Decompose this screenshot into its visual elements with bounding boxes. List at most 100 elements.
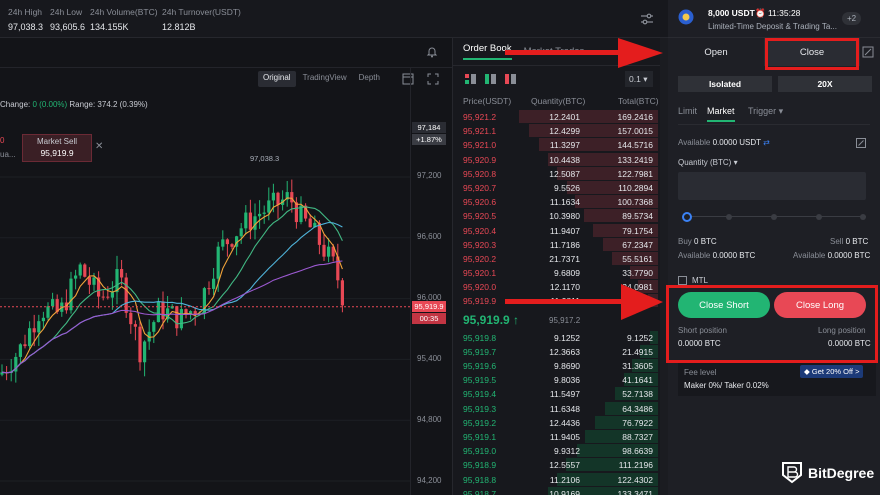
chart-high-label: 97,038.3 — [250, 154, 280, 163]
promo-timer: ⏰ 11:35:28 — [755, 8, 801, 18]
view-tab-original[interactable]: Original — [258, 71, 296, 87]
ask-row[interactable]: 95,921.1 12.4299 157.0015 — [453, 124, 662, 138]
candle-body — [248, 212, 252, 230]
bid-row[interactable]: 95,918.7 10.9169 133.3471 — [453, 486, 662, 495]
ask-row[interactable]: 95,920.3 11.7186 67.2347 — [453, 237, 662, 252]
mtl-checkbox[interactable] — [678, 276, 687, 285]
bid-row[interactable]: 95,919.0 9.9312 98.6639 — [453, 444, 662, 458]
precision-select[interactable]: 0.1 ▾ — [625, 71, 653, 87]
scrollbar[interactable] — [660, 38, 668, 495]
total-cell: 9.1252 — [627, 332, 653, 343]
total-cell: 98.6639 — [622, 446, 653, 457]
tab-trigger[interactable]: Trigger ▾ — [748, 106, 783, 117]
fee-discount-badge[interactable]: ◆ Get 20% Off > — [800, 365, 864, 378]
candle-body — [92, 277, 96, 285]
calculator-icon[interactable] — [862, 46, 874, 58]
bid-row[interactable]: 95,919.7 12.3663 21.4915 — [453, 344, 662, 359]
view-tab-depth[interactable]: Depth — [354, 71, 385, 87]
bid-row[interactable]: 95,919.1 11.9405 88.7327 — [453, 429, 662, 444]
promo-banner[interactable]: 8,000 USDT ⏰ 11:35:28 Limited-Time Depos… — [668, 0, 880, 38]
margin-mode-button[interactable]: Isolated — [678, 76, 772, 92]
quantity-slider[interactable] — [682, 212, 866, 222]
layout-both-icon[interactable] — [465, 74, 476, 84]
price-cell: 95,919.2 — [463, 417, 497, 428]
tab-open[interactable]: Open — [668, 38, 764, 66]
candlestick-chart[interactable] — [0, 68, 410, 495]
ask-row[interactable]: 95,920.1 9.6809 33.7790 — [453, 266, 662, 280]
slider-step[interactable] — [816, 214, 822, 220]
settings-sliders-icon[interactable] — [640, 12, 654, 26]
quantity-label[interactable]: Quantity (BTC) ▾ — [678, 158, 738, 167]
fee-badge-label: Get 20% Off > — [811, 367, 860, 376]
candle-body — [138, 326, 142, 363]
candle-body — [294, 202, 298, 223]
candle-body — [46, 306, 50, 318]
total-cell: 88.7327 — [622, 431, 653, 442]
available-label: Available — [678, 138, 711, 147]
tab-market[interactable]: Market — [707, 106, 735, 122]
quantity-input[interactable] — [678, 172, 866, 200]
price-cell: 95,920.3 — [463, 239, 497, 250]
ask-row[interactable]: 95,921.2 12.2401 169.2416 — [453, 110, 662, 124]
total-cell: 157.0015 — [617, 126, 653, 137]
total-cell: 110.2894 — [618, 182, 653, 193]
slider-handle[interactable] — [682, 212, 692, 222]
edit-icon[interactable] — [856, 138, 866, 148]
ask-row[interactable]: 95,920.5 10.3980 89.5734 — [453, 209, 662, 223]
bid-row[interactable]: 95,919.4 11.5497 52.7138 — [453, 387, 662, 401]
quantity-cell: 11.6348 — [549, 403, 580, 414]
quantity-cell: 11.7186 — [549, 239, 580, 250]
trade-panel: 8,000 USDT ⏰ 11:35:28 Limited-Time Depos… — [668, 0, 880, 495]
quantity-cell: 9.6809 — [554, 268, 580, 279]
quantity-cell: 11.2106 — [549, 474, 580, 485]
buy-label: Buy — [678, 237, 692, 246]
margin-row: Isolated 20X — [678, 76, 872, 94]
bid-row[interactable]: 95,919.6 9.8690 31.3605 — [453, 359, 662, 373]
candle-body — [32, 328, 36, 333]
ask-row[interactable]: 95,920.6 11.1634 100.7368 — [453, 195, 662, 209]
order-type-tabs: Limit Market Trigger ▾ — [678, 106, 868, 124]
bid-row[interactable]: 95,919.2 12.4436 76.7922 — [453, 415, 662, 430]
total-cell: 41.1641 — [622, 375, 653, 386]
ask-row[interactable]: 95,920.9 10.4438 133.2419 — [453, 152, 662, 167]
candle-body — [23, 344, 27, 347]
layout-bids-icon[interactable] — [485, 74, 496, 84]
axis-label: 94,800 — [417, 415, 442, 424]
candle-body — [308, 218, 312, 228]
market-sell-title: Market Sell — [36, 137, 77, 146]
layout-asks-icon[interactable] — [505, 74, 516, 84]
total-cell: 122.7981 — [617, 168, 653, 179]
ask-row[interactable]: 95,920.8 12.5087 122.7981 — [453, 166, 662, 181]
candle-body — [37, 321, 41, 333]
chart-pane[interactable]: Original TradingView Depth Change: 0 (0.… — [0, 38, 452, 495]
bid-row[interactable]: 95,918.8 11.2106 122.4302 — [453, 472, 662, 487]
leverage-button[interactable]: 20X — [778, 76, 872, 92]
ask-row[interactable]: 95,920.2 21.7371 55.5161 — [453, 251, 662, 266]
price-cell: 95,920.9 — [463, 154, 497, 165]
ask-row[interactable]: 95,921.0 11.3297 144.5716 — [453, 138, 662, 152]
ask-row[interactable]: 95,920.4 11.9407 79.1754 — [453, 223, 662, 238]
chart-toolbar — [0, 38, 452, 68]
market-sell-box[interactable]: Market Sell 95,919.9 — [22, 134, 92, 162]
ask-row[interactable]: 95,920.7 9.5526 110.2894 — [453, 180, 662, 195]
bid-row[interactable]: 95,919.8 9.1252 9.1252 — [453, 330, 662, 345]
slider-step[interactable] — [726, 214, 732, 220]
quantity-cell: 12.2401 — [549, 112, 580, 122]
total-cell: 133.3471 — [617, 488, 653, 495]
bell-icon[interactable] — [426, 46, 438, 58]
bid-row[interactable]: 95,919.5 9.8036 41.1641 — [453, 373, 662, 387]
bid-row[interactable]: 95,918.9 12.5557 111.2196 — [453, 458, 662, 472]
transfer-icon[interactable]: ⇄ — [763, 138, 770, 147]
close-icon[interactable]: ✕ — [95, 141, 103, 152]
promo-count-badge[interactable]: +2 — [842, 12, 862, 25]
slider-step[interactable] — [771, 214, 777, 220]
price-cell: 95,921.2 — [463, 112, 497, 122]
view-tab-tradingview[interactable]: TradingView — [298, 71, 352, 87]
tab-limit[interactable]: Limit — [678, 106, 697, 116]
sell-value: 0 BTC — [845, 237, 869, 246]
price-cell: 95,920.6 — [463, 197, 497, 208]
quantity-cell: 11.9405 — [549, 431, 580, 442]
bid-row[interactable]: 95,919.3 11.6348 64.3486 — [453, 401, 662, 416]
candle-body — [133, 324, 137, 327]
slider-step[interactable] — [860, 214, 866, 220]
